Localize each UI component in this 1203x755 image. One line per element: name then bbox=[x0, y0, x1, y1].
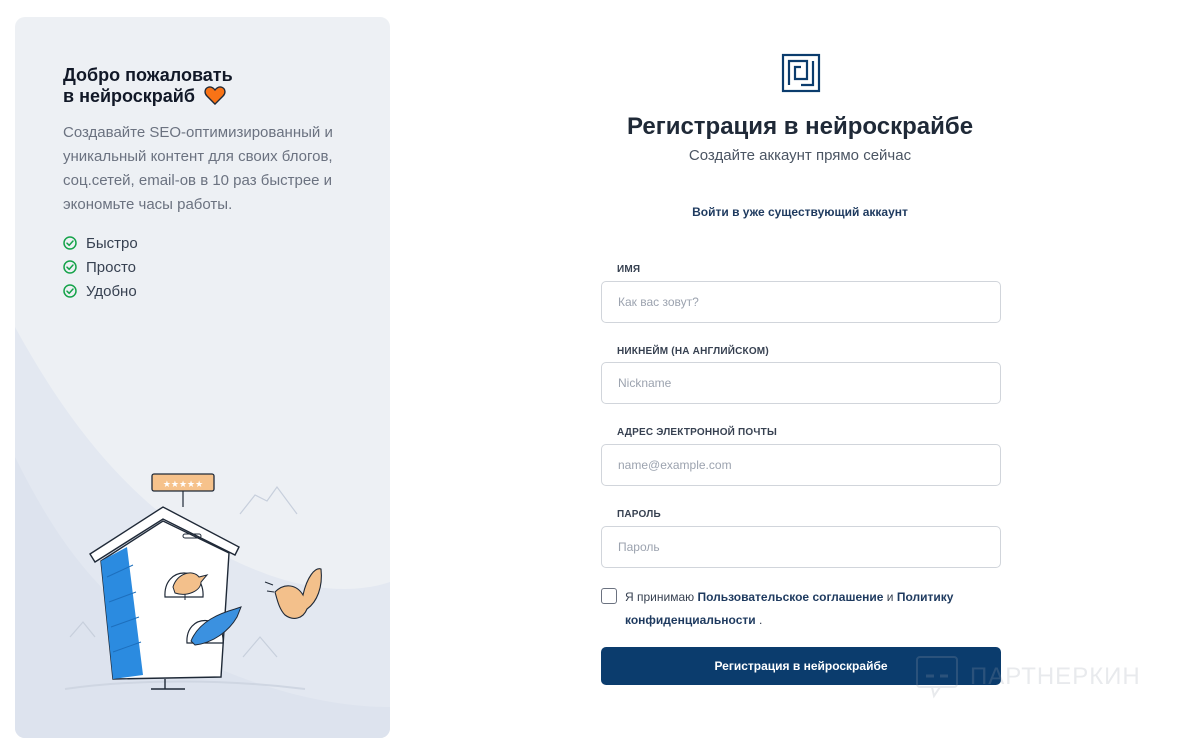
name-label: ИМЯ bbox=[617, 264, 641, 275]
ground-shadow bbox=[64, 680, 306, 690]
agreement-suffix: . bbox=[758, 613, 763, 627]
mountain-outline bbox=[69, 621, 96, 638]
email-label: АДРЕС ЭЛЕКТРОННОЙ ПОЧТЫ bbox=[617, 427, 777, 438]
login-link[interactable]: Войти в уже существующий аккаунт bbox=[590, 205, 1010, 219]
agreement-text: Я принимаю Пользовательское соглашение и… bbox=[625, 586, 1001, 632]
birdhouse-illustration: ★★★★★ bbox=[64, 473, 322, 690]
page-subtitle: Создайте аккаунт прямо сейчас bbox=[688, 147, 912, 164]
password-label: ПАРОЛЬ bbox=[617, 509, 661, 520]
watermark-text: ПАРТНЕРКИН bbox=[970, 663, 1141, 690]
bird-flying bbox=[274, 568, 322, 619]
terms-link[interactable]: Пользовательское соглашение bbox=[697, 590, 883, 604]
mountain-outline bbox=[242, 636, 278, 658]
email-input[interactable] bbox=[601, 444, 1001, 486]
welcome-panel: Добро пожаловать в нейроскрайб Создавайт… bbox=[15, 17, 390, 738]
nickname-label: НИКНЕЙМ (НА АНГЛИЙСКОМ) bbox=[617, 346, 769, 357]
name-input[interactable] bbox=[601, 281, 1001, 323]
agreement-and: и bbox=[886, 590, 894, 604]
watermark-logo-icon bbox=[916, 656, 958, 699]
neuroscribe-logo-icon bbox=[781, 53, 821, 98]
page-title: Регистрация в нейроскрайбе bbox=[626, 113, 974, 140]
password-input[interactable] bbox=[601, 526, 1001, 568]
nickname-input[interactable] bbox=[601, 362, 1001, 404]
agreement-prefix: Я принимаю bbox=[625, 590, 695, 604]
mountain-outline bbox=[239, 485, 298, 515]
registration-form: Регистрация в нейроскрайбе Создайте акка… bbox=[590, 0, 1010, 755]
watermark: ПАРТНЕРКИН bbox=[914, 652, 1164, 702]
rating-stars: ★★★★★ bbox=[163, 480, 203, 490]
agreement-checkbox[interactable] bbox=[601, 588, 617, 604]
